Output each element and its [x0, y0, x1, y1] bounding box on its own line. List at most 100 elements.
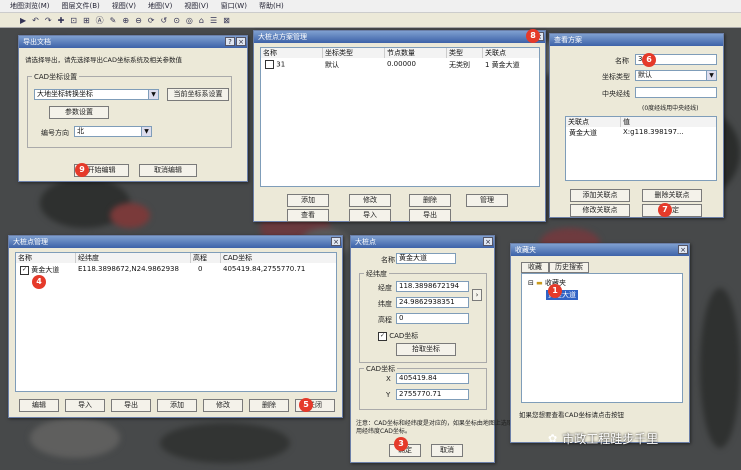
step-marker: 5	[299, 398, 313, 412]
coord-type-select[interactable]: 默认 ▼	[635, 70, 717, 81]
name-label: 名称	[615, 57, 629, 65]
points-list[interactable]: 名称 经纬度 高程 CAD坐标 ✓ 黄金大道 E118.3898672,N24.…	[15, 252, 337, 392]
column-header[interactable]: 坐标类型	[323, 48, 385, 58]
label-icon[interactable]: Ⓐ	[96, 15, 104, 26]
delete-relation-button[interactable]: 删除关联点	[642, 189, 702, 202]
relation-list[interactable]: 关联点 值 黄金大道 X:g118.398197...	[565, 116, 717, 181]
add-button[interactable]: 添加	[287, 194, 329, 207]
modify-button[interactable]: 修改	[349, 194, 391, 207]
help-icon[interactable]: ?	[225, 37, 235, 46]
column-header[interactable]: 关联点	[566, 117, 621, 127]
menu-item[interactable]: 帮助(H)	[259, 1, 284, 11]
zoom-out-icon[interactable]: ⊖	[135, 16, 142, 25]
modify-button[interactable]: 修改	[203, 399, 243, 412]
checkbox[interactable]: ✓	[20, 265, 29, 275]
import-button[interactable]: 导入	[65, 399, 105, 412]
name-field[interactable]: 黄金大道	[396, 253, 456, 264]
x-field[interactable]: 405419.84	[396, 373, 469, 384]
add-button[interactable]: 添加	[157, 399, 197, 412]
target-icon[interactable]: ⊙	[173, 16, 180, 25]
column-header[interactable]: 高程	[191, 253, 221, 263]
plan-list[interactable]: 名称 坐标类型 节点数量 类型 关联点 31 默认 0.00000 无类别 1 …	[260, 47, 540, 187]
layers-icon[interactable]: ☰	[210, 16, 217, 25]
home-icon[interactable]: ⌂	[199, 16, 204, 25]
close-icon[interactable]: ×	[483, 237, 493, 246]
zoom-in-icon[interactable]: ⊕	[122, 16, 129, 25]
plan-detail-dialog: 查看方案 名称 31 坐标类型 默认 ▼ 中央经线 (0度经线用中央经线) 关联…	[549, 33, 724, 218]
column-header[interactable]: 名称	[16, 253, 76, 263]
add-icon[interactable]: ✚	[58, 16, 65, 25]
favorites-tree[interactable]: ⊟ ▬ 收藏夹 黄金大道	[521, 273, 683, 403]
grid-icon[interactable]: ⊞	[83, 16, 90, 25]
column-header[interactable]: 值	[621, 117, 716, 127]
refresh-icon[interactable]: ⟳	[148, 16, 155, 25]
menu-item[interactable]: 图层文件(B)	[62, 1, 100, 11]
latitude-field[interactable]: 24.9862938351	[396, 297, 469, 308]
list-item[interactable]: 黄金大道	[569, 128, 597, 138]
menu-item[interactable]: 地图浏览(M)	[10, 1, 50, 11]
menu-item[interactable]: 视图(V)	[184, 1, 208, 11]
step-marker: 1	[548, 284, 562, 298]
edit-button[interactable]: 编辑	[19, 399, 59, 412]
longitude-label: 经度	[378, 284, 392, 292]
tab-history[interactable]: 历史搜索	[549, 262, 589, 273]
modify-relation-button[interactable]: 修改关联点	[570, 204, 630, 217]
table-row[interactable]: ✓ 黄金大道	[20, 265, 59, 275]
name-label: 名称	[381, 256, 395, 264]
column-header[interactable]: 类型	[447, 48, 483, 58]
cancel-edit-button[interactable]: 取消编辑	[139, 164, 197, 177]
view-button[interactable]: 查看	[287, 209, 329, 222]
pick-coord-button[interactable]: 拾取坐标	[396, 343, 456, 356]
longitude-field[interactable]: 118.3898672194	[396, 281, 469, 292]
close-icon[interactable]: ×	[236, 37, 246, 46]
close-icon[interactable]: ×	[331, 237, 341, 246]
toolbar-icon[interactable]: ▶	[20, 16, 26, 25]
menu-item[interactable]: 窗口(W)	[221, 1, 247, 11]
locate-icon[interactable]: ◎	[186, 16, 193, 25]
param-settings-button[interactable]: 参数设置	[49, 106, 109, 119]
current-coord-button[interactable]: 当前坐标系设置	[167, 88, 229, 101]
table-cell: 默认	[325, 61, 339, 69]
column-header[interactable]: 关联点	[483, 48, 539, 58]
plan-management-dialog: 大桩点方案管理 × 名称 坐标类型 节点数量 类型 关联点 31 默认 0.00…	[253, 29, 546, 222]
add-relation-button[interactable]: 添加关联点	[570, 189, 630, 202]
column-header[interactable]: 经纬度	[76, 253, 191, 263]
coord-system-select[interactable]: 大地坐标转换坐标 ▼	[34, 89, 159, 100]
watermark-text: 市政工程跬步千里	[562, 431, 659, 446]
y-field[interactable]: 2755770.71	[396, 389, 469, 400]
menu-item[interactable]: 视图(V)	[112, 1, 136, 11]
rotate-icon[interactable]: ↺	[160, 16, 167, 25]
tab-favorites[interactable]: 收藏	[521, 262, 549, 273]
chevron-down-icon[interactable]: ▼	[148, 90, 158, 99]
undo-icon[interactable]: ↶	[32, 16, 39, 25]
column-header[interactable]: 节点数量	[385, 48, 447, 58]
redo-icon[interactable]: ↷	[45, 16, 52, 25]
cancel-button[interactable]: 取消	[431, 444, 463, 457]
close-icon[interactable]: ×	[678, 245, 688, 254]
cad-checkbox[interactable]: ✓ CAD坐标	[378, 331, 418, 341]
delete-button[interactable]: 删除	[409, 194, 451, 207]
export-button[interactable]: 导出	[409, 209, 451, 222]
coord-type-value: 默认	[638, 71, 652, 79]
table-row[interactable]: 31	[265, 60, 285, 69]
altitude-field[interactable]: 0	[396, 313, 469, 324]
edit-icon[interactable]: ✎	[110, 16, 117, 25]
altitude-label: 高程	[378, 316, 392, 324]
step-marker: 4	[32, 275, 46, 289]
import-button[interactable]: 导入	[349, 209, 391, 222]
manage-button[interactable]: 管理	[466, 194, 508, 207]
direction-select[interactable]: 北 ▼	[74, 126, 152, 137]
column-header[interactable]: 名称	[261, 48, 323, 58]
pick-lnglat-button[interactable]: ›	[472, 289, 482, 301]
close-icon[interactable]: ⊠	[223, 16, 230, 25]
column-header[interactable]: CAD坐标	[221, 253, 336, 263]
select-icon[interactable]: ⊡	[70, 16, 77, 25]
center-meridian-field[interactable]	[635, 87, 717, 98]
cad-coord-group-label: CAD坐标	[364, 364, 398, 374]
export-button[interactable]: 导出	[111, 399, 151, 412]
chevron-down-icon[interactable]: ▼	[141, 127, 151, 136]
chevron-down-icon[interactable]: ▼	[706, 71, 716, 80]
delete-button[interactable]: 删除	[249, 399, 289, 412]
menu-item[interactable]: 地图(V)	[148, 1, 172, 11]
ok-button[interactable]: 确定	[642, 204, 702, 217]
